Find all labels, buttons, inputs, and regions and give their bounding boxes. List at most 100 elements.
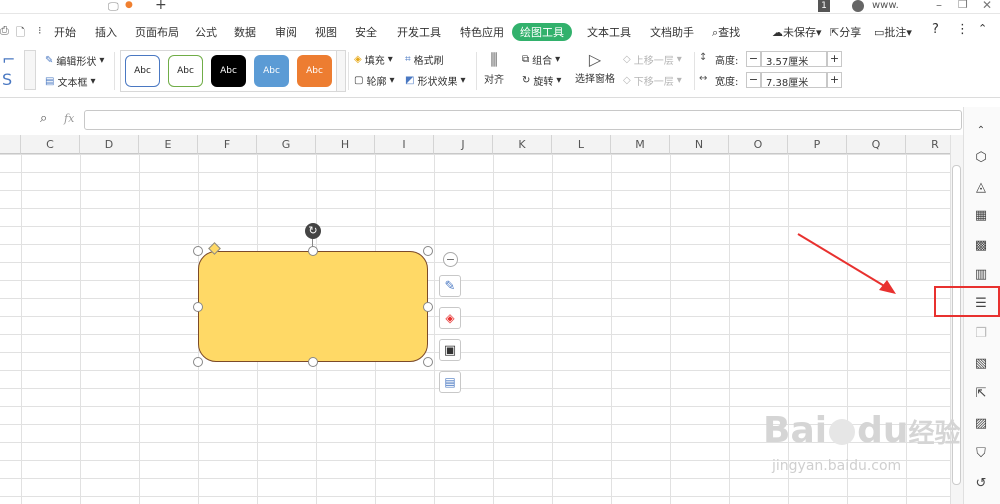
col-header-o[interactable]: O xyxy=(729,135,788,154)
resize-handle-top-right[interactable] xyxy=(423,246,433,256)
search-button[interactable]: ⌕查找 xyxy=(712,24,740,40)
format-brush-button[interactable]: ⌗ 格式刷 xyxy=(405,52,444,67)
bring-forward-button[interactable]: ◇ 上移一层 ▾ xyxy=(623,52,682,67)
send-backward-button[interactable]: ◇ 下移一层 ▾ xyxy=(623,73,682,88)
copy-icon[interactable]: ❐ xyxy=(972,326,990,342)
group-button[interactable]: ⧉ 组合 ▾ xyxy=(522,52,560,67)
monitor-icon[interactable]: 🖵 xyxy=(108,0,119,14)
resize-handle-bottom-left[interactable] xyxy=(193,357,203,367)
restore-icon[interactable]: ❐ xyxy=(958,0,968,11)
fill-button[interactable]: ◈ 填充 ▾ xyxy=(354,52,393,67)
float-outline-button[interactable]: ▣ xyxy=(439,339,461,361)
col-header-k[interactable]: K xyxy=(493,135,552,154)
width-field[interactable]: 7.38厘米 xyxy=(761,72,827,89)
tab-page-layout[interactable]: 页面布局 xyxy=(135,24,179,40)
col-header-m[interactable]: M xyxy=(611,135,670,154)
float-fill-button[interactable]: ◈ xyxy=(439,307,461,329)
grid-icon[interactable]: ▩ xyxy=(972,238,990,254)
resize-handle-right[interactable] xyxy=(423,302,433,312)
col-header-i[interactable]: I xyxy=(375,135,434,154)
tab-drawing-tools[interactable]: 绘图工具 xyxy=(512,23,572,41)
curve-icon[interactable]: S xyxy=(2,70,12,89)
outline-button[interactable]: ▢ 轮廓 ▾ xyxy=(354,73,394,88)
rotate-handle-icon[interactable]: ↻ xyxy=(305,223,321,239)
share-button[interactable]: ⇱分享 xyxy=(830,24,861,40)
account-name[interactable]: www. xyxy=(872,0,899,11)
sidebar-collapse-icon[interactable]: ⌃ xyxy=(972,123,990,139)
col-header-j[interactable]: J xyxy=(434,135,493,154)
col-header-d[interactable]: D xyxy=(80,135,139,154)
col-header-e[interactable]: E xyxy=(139,135,198,154)
preview-icon[interactable]: 🗋 xyxy=(16,24,25,43)
rotate-button[interactable]: ↻ 旋转 ▾ xyxy=(522,73,561,88)
minimize-icon[interactable]: – xyxy=(936,0,942,12)
shape-gallery-scroll[interactable] xyxy=(24,50,36,90)
tab-text-tools[interactable]: 文本工具 xyxy=(587,24,631,40)
tab-insert[interactable]: 插入 xyxy=(95,24,117,40)
style-orange-fill[interactable]: Abc xyxy=(297,55,332,87)
tab-review[interactable]: 审阅 xyxy=(275,24,297,40)
formula-input[interactable] xyxy=(84,110,962,130)
align-button[interactable]: ⫼ 对齐 xyxy=(484,50,504,86)
shape-preview-icon[interactable]: ⌐ xyxy=(2,50,15,69)
shapes-icon[interactable]: ⬡ xyxy=(972,150,990,166)
resize-handle-top-left[interactable] xyxy=(193,246,203,256)
comment-button[interactable]: ▭批注▾ xyxy=(874,24,912,40)
col-header-f[interactable]: F xyxy=(198,135,257,154)
style-blue-outline[interactable]: Abc xyxy=(125,55,160,87)
col-header-h[interactable]: H xyxy=(316,135,375,154)
height-decrease-button[interactable]: − xyxy=(746,51,761,67)
float-edit-button[interactable]: ✎ xyxy=(439,275,461,297)
shield-icon[interactable]: ⛉ xyxy=(972,446,990,462)
col-header-n[interactable]: N xyxy=(670,135,729,154)
tab-security[interactable]: 安全 xyxy=(355,24,377,40)
fx-icon[interactable]: fx xyxy=(64,112,74,125)
col-header-c[interactable]: C xyxy=(21,135,80,154)
tab-home[interactable]: 开始 xyxy=(54,24,76,40)
resize-handle-top[interactable] xyxy=(308,246,318,256)
tab-formula[interactable]: 公式 xyxy=(195,24,217,40)
col-header-p[interactable]: P xyxy=(788,135,847,154)
height-increase-button[interactable]: + xyxy=(827,51,842,67)
selection-pane-button[interactable]: ▷ 选择窗格 xyxy=(575,50,615,85)
resize-handle-bottom[interactable] xyxy=(308,357,318,367)
fill-icon[interactable]: ◬ xyxy=(972,180,990,196)
float-text-button[interactable]: ▤ xyxy=(439,371,461,393)
col-header-g[interactable]: G xyxy=(257,135,316,154)
image-gallery-icon[interactable]: ▧ xyxy=(972,356,990,372)
collapse-float-toolbar-icon[interactable]: − xyxy=(443,252,458,267)
textbox-button[interactable]: ▤ 文本框 ▾ xyxy=(45,74,95,89)
collapse-ribbon-icon[interactable]: ⌃ xyxy=(978,22,987,35)
edit-shape-button[interactable]: ✎ 编辑形状 ▾ xyxy=(45,53,104,68)
zoom-icon[interactable]: ⌕ xyxy=(40,111,47,126)
corner-cell[interactable] xyxy=(0,135,21,154)
resize-handle-left[interactable] xyxy=(193,302,203,312)
export-icon[interactable]: ⇱ xyxy=(972,386,990,402)
resize-handle-bottom-right[interactable] xyxy=(423,357,433,367)
avatar[interactable] xyxy=(852,0,864,12)
unsaved-button[interactable]: ☁未保存▾ xyxy=(772,24,822,40)
tab-view[interactable]: 视图 xyxy=(315,24,337,40)
more-menu-icon[interactable]: ⋮ xyxy=(956,22,969,37)
help-icon[interactable]: ? xyxy=(932,22,939,37)
height-field[interactable]: 3.57厘米 xyxy=(761,51,827,68)
tab-special[interactable]: 特色应用 xyxy=(460,24,504,40)
shape-effects-button[interactable]: ◩ 形状效果 ▾ xyxy=(405,73,465,88)
tab-doc-assistant[interactable]: 文档助手 xyxy=(650,24,694,40)
more-icon[interactable]: ⁝ xyxy=(38,24,42,37)
tab-data[interactable]: 数据 xyxy=(234,24,256,40)
width-increase-button[interactable]: + xyxy=(827,72,842,88)
cell-grid[interactable] xyxy=(0,154,950,504)
history-icon[interactable]: ↺ xyxy=(972,476,990,492)
style-gallery-scroll[interactable] xyxy=(336,50,346,92)
col-header-q[interactable]: Q xyxy=(847,135,906,154)
tab-developer[interactable]: 开发工具 xyxy=(397,24,441,40)
style-black-fill[interactable]: Abc xyxy=(211,55,246,87)
new-tab-button[interactable]: + xyxy=(155,0,167,13)
col-header-l[interactable]: L xyxy=(552,135,611,154)
picture-icon[interactable]: ▨ xyxy=(972,416,990,432)
close-icon[interactable]: ✕ xyxy=(982,0,992,12)
rounded-rectangle-shape[interactable] xyxy=(198,251,428,362)
style-green-outline[interactable]: Abc xyxy=(168,55,203,87)
style-blue-fill[interactable]: Abc xyxy=(254,55,289,87)
